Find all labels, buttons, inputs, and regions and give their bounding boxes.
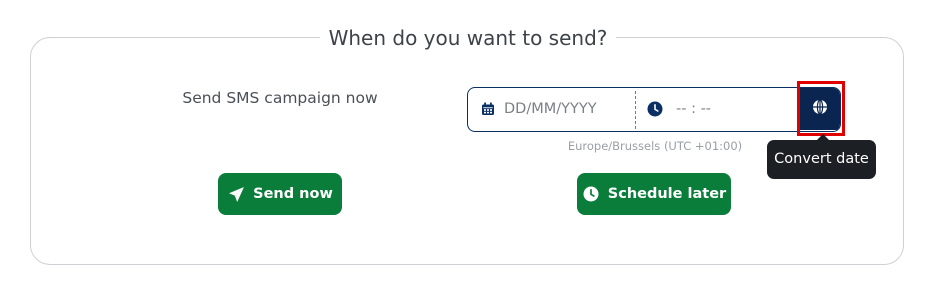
convert-date-tooltip: Convert date <box>767 134 876 179</box>
date-placeholder: DD/MM/YYYY <box>504 101 597 117</box>
field-divider <box>635 91 636 129</box>
schedule-later-button[interactable]: Schedule later <box>577 173 731 215</box>
schedule-datetime-input-group: DD/MM/YYYY -- : -- <box>467 87 841 132</box>
send-now-label-text: Send now <box>253 186 333 202</box>
send-now-button[interactable]: Send now <box>218 173 342 215</box>
timezone-text: Europe/Brussels (UTC +01:00) <box>567 139 743 153</box>
clock-icon <box>646 100 664 118</box>
time-placeholder: -- : -- <box>676 101 712 117</box>
time-input[interactable]: -- : -- <box>638 88 798 130</box>
globe-icon <box>812 99 828 119</box>
date-input[interactable]: DD/MM/YYYY <box>468 88 636 130</box>
calendar-icon <box>480 101 496 117</box>
schedule-later-label-text: Schedule later <box>607 186 727 202</box>
convert-date-button[interactable] <box>800 88 840 130</box>
clock-icon <box>582 185 600 203</box>
send-timing-panel: When do you want to send? Send SMS campa… <box>0 0 940 298</box>
paper-plane-icon <box>227 185 245 203</box>
section-title: When do you want to send? <box>320 24 616 52</box>
send-now-label: Send SMS campaign now <box>182 89 378 107</box>
